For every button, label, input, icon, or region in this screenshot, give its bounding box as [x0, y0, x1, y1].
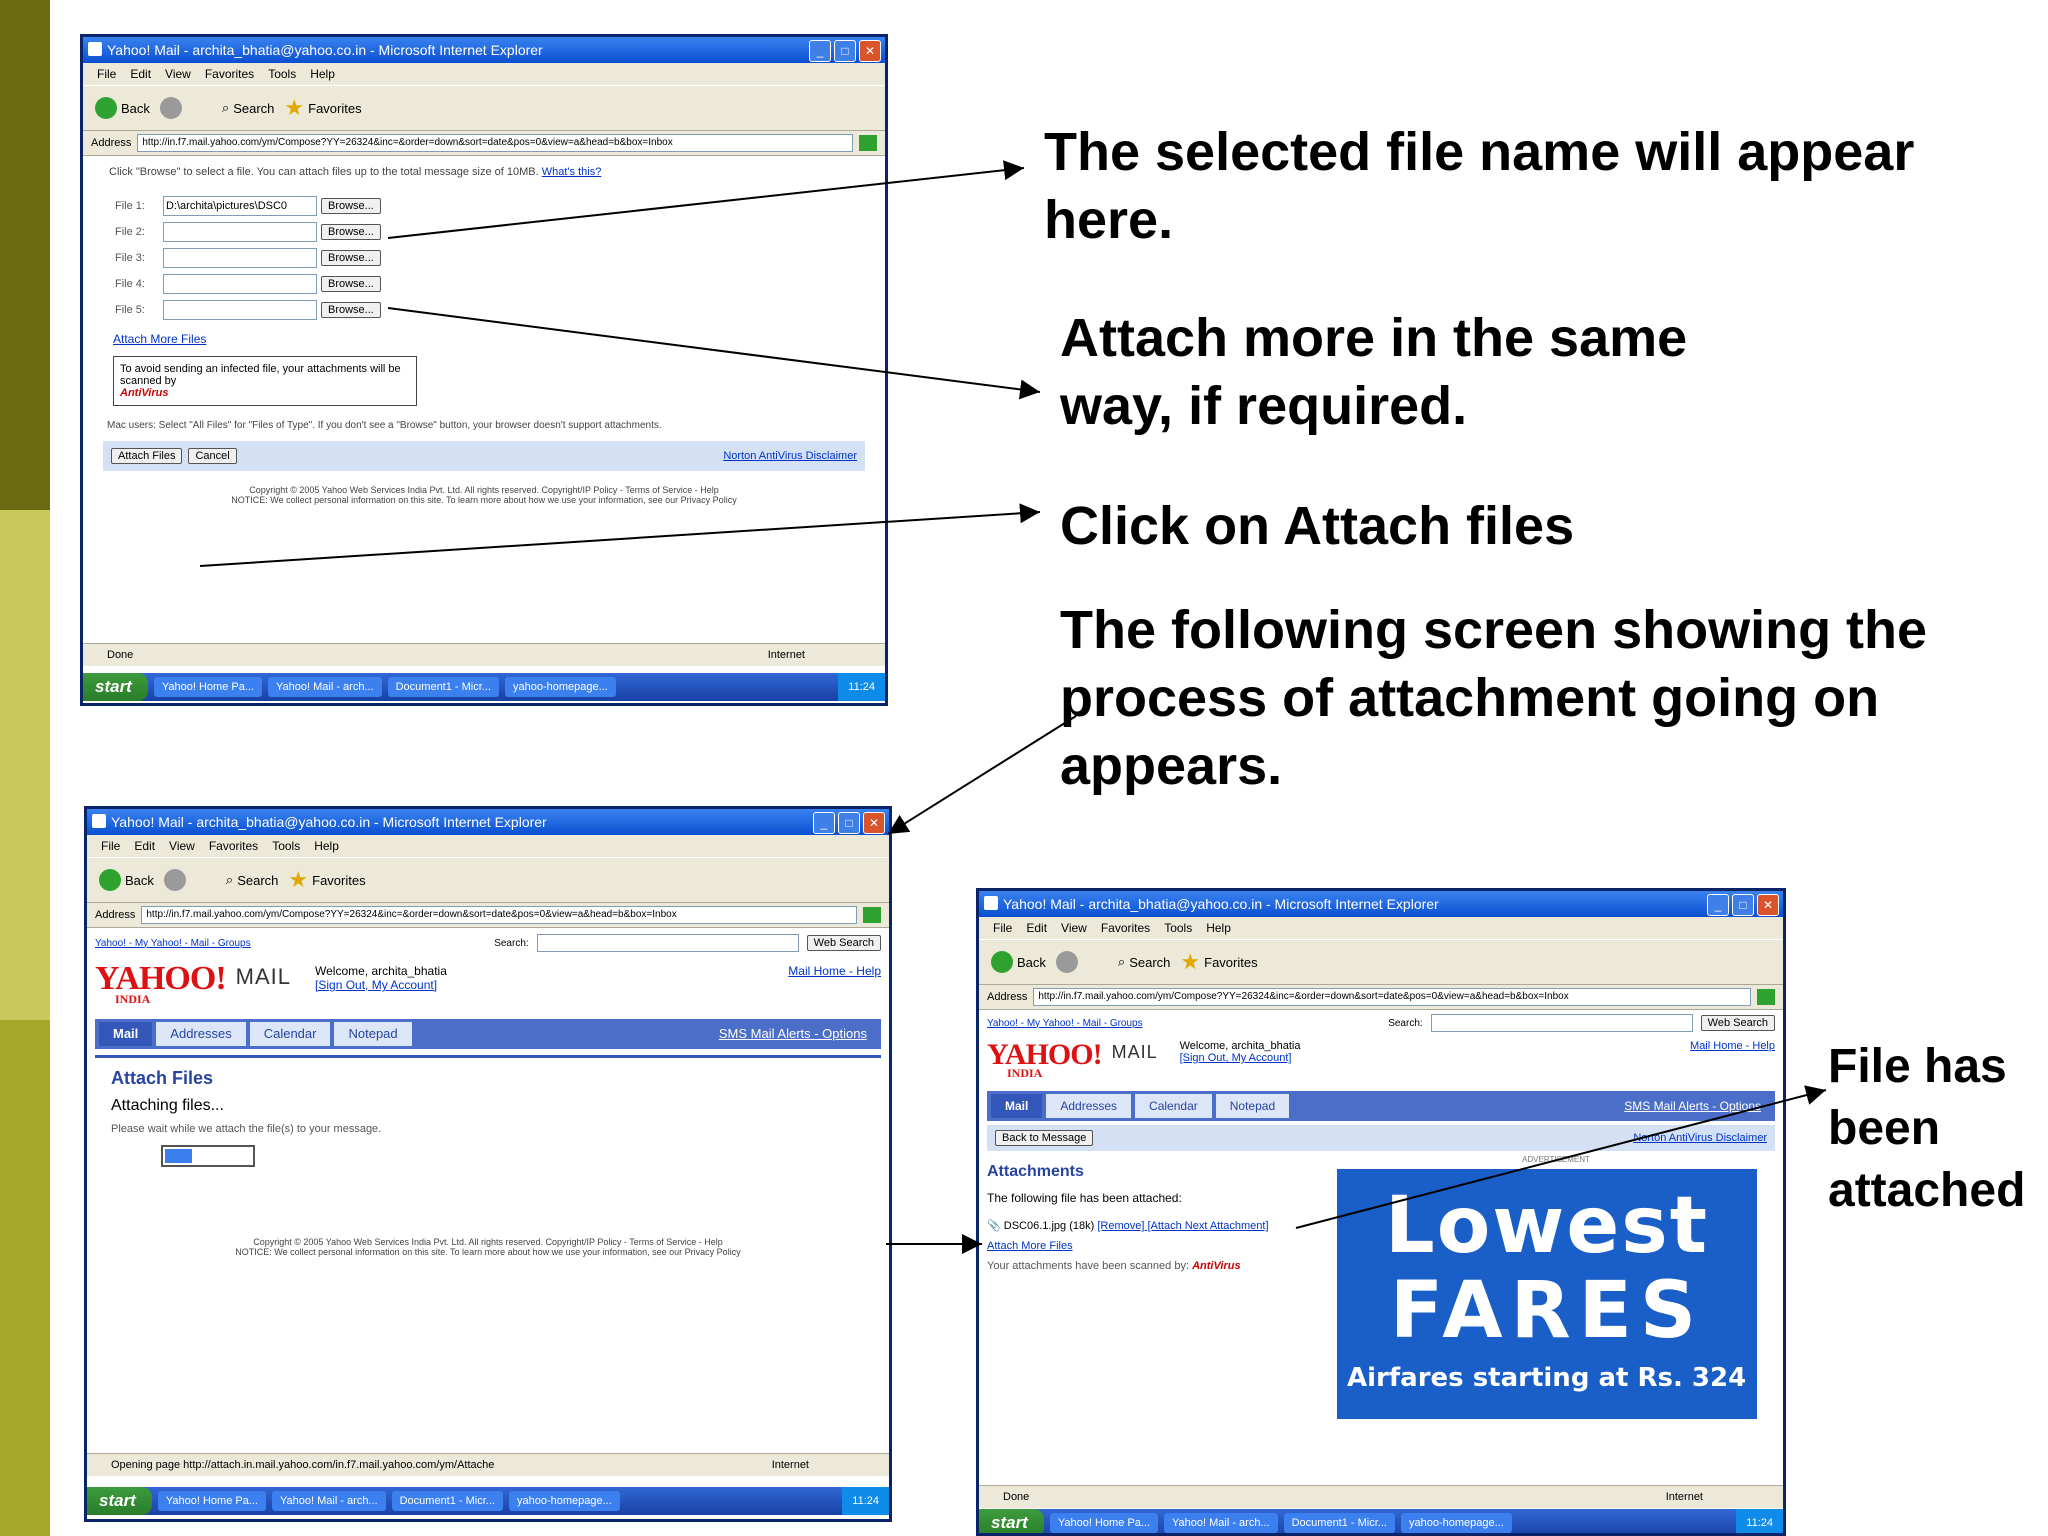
arrow-following-screen	[887, 715, 1077, 835]
arrow-file-attached	[1295, 1085, 1827, 1229]
callout-arrows	[199, 160, 1827, 1254]
arrow-selected-file	[387, 160, 1025, 239]
arrow-attach-more	[387, 307, 1041, 400]
arrow-click-attach	[199, 503, 1041, 567]
